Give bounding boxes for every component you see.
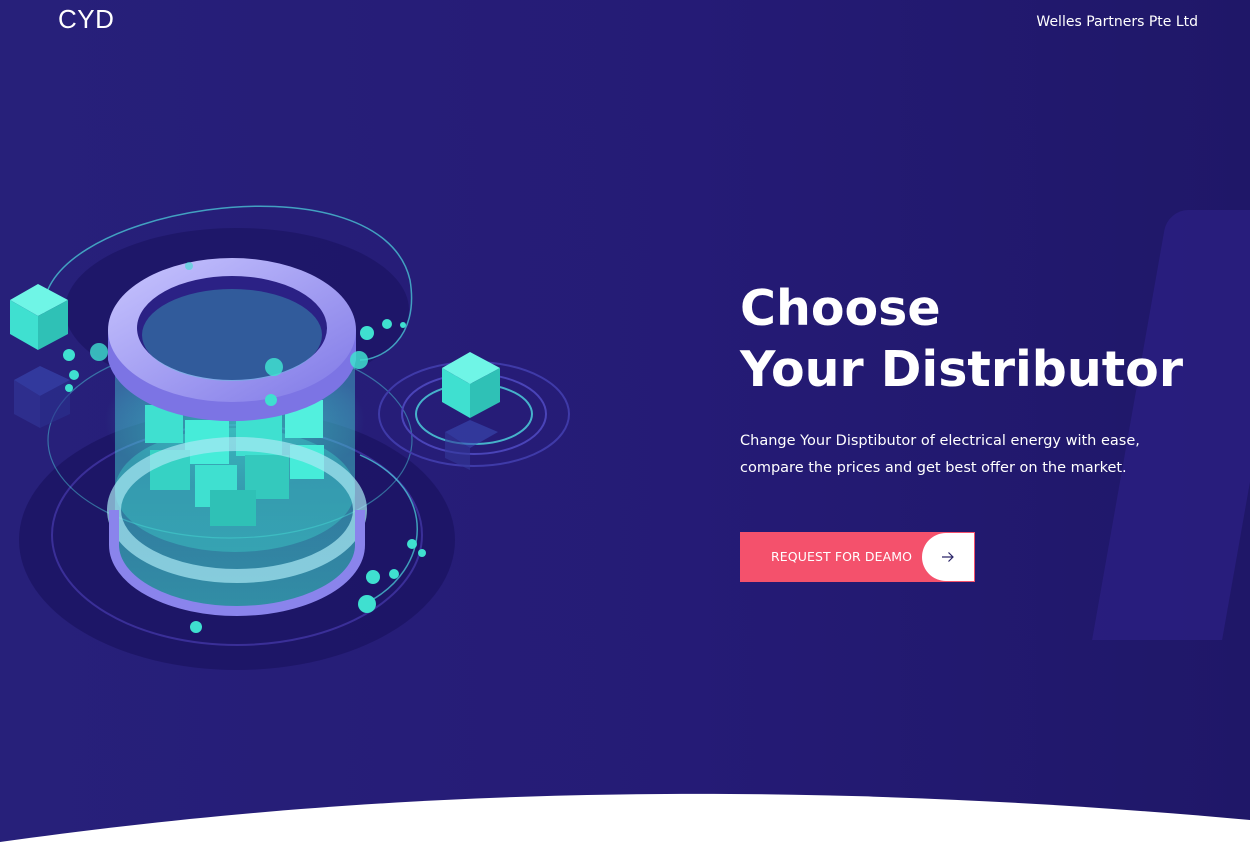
top-ring-glow <box>142 289 322 381</box>
floating-cube-left <box>10 284 70 428</box>
floating-cube-right <box>378 352 570 470</box>
request-demo-button[interactable]: REQUEST FOR DEAMO <box>740 532 975 582</box>
background-decoration <box>1092 210 1250 640</box>
hero-description: Change Your Disptibutor of electrical en… <box>740 433 1140 476</box>
company-name: Welles Partners Pte Ltd <box>1036 14 1198 30</box>
brand-logo[interactable]: CYD <box>58 4 114 35</box>
hero-illustration <box>10 205 570 670</box>
hero-title-line2: Your Distributor <box>740 341 1183 398</box>
request-demo-label: REQUEST FOR DEAMO <box>771 549 913 564</box>
bottom-wave <box>0 793 1250 847</box>
arrow-right-icon <box>922 533 974 581</box>
landing-page: CYD Welles Partners Pte Ltd Choose Your … <box>0 0 1250 847</box>
hero-title-line1: Choose <box>740 280 941 337</box>
hero-title: Choose Your Distributor <box>740 278 1183 400</box>
